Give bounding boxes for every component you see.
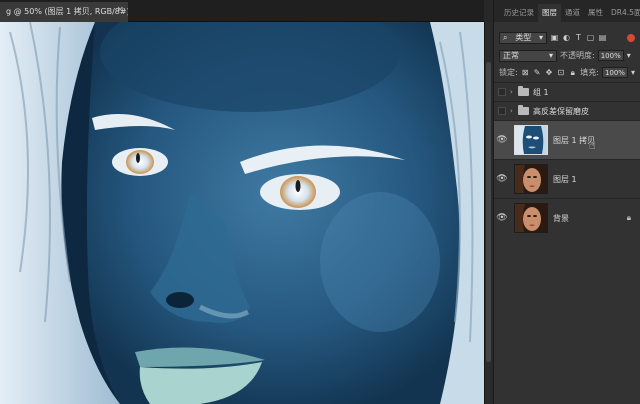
chevron-down-icon: ▾ bbox=[548, 51, 553, 60]
layer-row-layer-1[interactable]: 👁︎ 图层 1 bbox=[494, 159, 640, 198]
lock-icon[interactable]: 🔒︎ bbox=[568, 68, 577, 77]
folder-icon bbox=[518, 86, 529, 96]
visibility-off-icon bbox=[498, 107, 506, 115]
layers-panel: 历史记录 图层 通道 属性 DR4.5面 ⌕ 类型 ▾ ▣ ◐ T ▢ ▤ 正常… bbox=[493, 0, 640, 404]
filter-kind-dropdown[interactable]: ⌕ 类型 ▾ bbox=[499, 31, 547, 44]
eye-icon[interactable]: 👁︎ bbox=[494, 135, 510, 145]
document-tab-title: g @ 50% (图层 1 拷贝, RGB/8#) * bbox=[6, 7, 128, 16]
chevron-right-icon[interactable]: › bbox=[510, 107, 518, 115]
lock-transparent-icon[interactable]: ⊠ bbox=[521, 68, 530, 77]
chevron-right-icon[interactable]: › bbox=[510, 88, 518, 96]
hand-cursor-icon: ☝︎ bbox=[589, 139, 596, 152]
document-tab[interactable]: g @ 50% (图层 1 拷贝, RGB/8#) * × bbox=[0, 2, 128, 22]
filter-type-icon[interactable]: T bbox=[574, 33, 583, 42]
layer-filter-row: ⌕ 类型 ▾ ▣ ◐ T ▢ ▤ bbox=[494, 30, 640, 45]
canvas-vertical-scrollbar[interactable] bbox=[484, 22, 492, 404]
chevron-down-icon[interactable]: ▾ bbox=[627, 51, 631, 60]
lock-label: 锁定: bbox=[499, 68, 518, 77]
close-tab-icon[interactable]: × bbox=[116, 5, 124, 15]
opacity-label: 不透明度: bbox=[560, 51, 595, 60]
blend-row: 正常 ▾ 不透明度: 100% ▾ bbox=[494, 48, 640, 63]
layer-name: 组 1 bbox=[533, 87, 549, 97]
tab-layers[interactable]: 图层 bbox=[538, 4, 561, 22]
tab-dr45[interactable]: DR4.5面 bbox=[607, 4, 640, 22]
folder-icon bbox=[518, 105, 529, 115]
visibility-toggle[interactable] bbox=[494, 107, 510, 115]
filter-toggle-icon[interactable] bbox=[627, 33, 635, 42]
chevron-down-icon[interactable]: ▾ bbox=[631, 68, 635, 77]
visibility-off-icon bbox=[498, 88, 506, 96]
fill-input[interactable]: 100% bbox=[601, 67, 628, 78]
lock-brush-icon[interactable]: ✎ bbox=[533, 68, 542, 77]
opacity-input[interactable]: 100% bbox=[597, 50, 624, 61]
tab-channels[interactable]: 通道 bbox=[561, 4, 584, 22]
layers-list: › 组 1 › 高反差保留磨皮 👁︎ 图层 1 拷贝 ☝︎ 👁︎ 图层 1 👁︎… bbox=[494, 82, 640, 237]
filter-adjustment-icon[interactable]: ◐ bbox=[562, 33, 571, 42]
lock-icon: 🔒︎ bbox=[626, 213, 631, 222]
filter-smart-object-icon[interactable]: ▤ bbox=[598, 33, 607, 42]
search-icon: ⌕ bbox=[503, 32, 508, 42]
layer-thumbnail bbox=[514, 125, 548, 155]
image-canvas[interactable] bbox=[0, 22, 484, 404]
document-tab-bar: g @ 50% (图层 1 拷贝, RGB/8#) * × bbox=[0, 0, 484, 22]
panel-tab-bar: 历史记录 图层 通道 属性 DR4.5面 bbox=[494, 0, 640, 22]
blend-mode-dropdown[interactable]: 正常 ▾ bbox=[499, 49, 557, 62]
layer-row-layer-1-copy[interactable]: 👁︎ 图层 1 拷贝 ☝︎ bbox=[494, 120, 640, 159]
eye-icon[interactable]: 👁︎ bbox=[494, 213, 510, 223]
filter-pixel-icon[interactable]: ▣ bbox=[550, 33, 559, 42]
lock-move-icon[interactable]: ✥ bbox=[545, 68, 554, 77]
fill-label: 填充: bbox=[580, 68, 599, 77]
visibility-toggle[interactable] bbox=[494, 88, 510, 96]
layer-name: 图层 1 bbox=[553, 174, 577, 184]
inverted-portrait-image bbox=[0, 22, 484, 404]
eye-icon[interactable]: 👁︎ bbox=[494, 174, 510, 184]
chevron-down-icon: ▾ bbox=[538, 33, 543, 42]
scrollbar-thumb[interactable] bbox=[486, 62, 491, 362]
layer-row-high-pass-group[interactable]: › 高反差保留磨皮 bbox=[494, 101, 640, 120]
layer-name: 高反差保留磨皮 bbox=[533, 106, 589, 116]
blend-mode-label: 正常 bbox=[503, 51, 519, 60]
tab-history[interactable]: 历史记录 bbox=[500, 4, 538, 22]
lock-artboard-icon[interactable]: ⊡ bbox=[556, 68, 565, 77]
layer-row-group-1[interactable]: › 组 1 bbox=[494, 82, 640, 101]
layer-name: 背景 bbox=[553, 213, 569, 223]
lock-row: 锁定: ⊠ ✎ ✥ ⊡ 🔒︎ 填充: 100% ▾ bbox=[494, 65, 640, 80]
tab-properties[interactable]: 属性 bbox=[584, 4, 607, 22]
filter-kind-label: 类型 bbox=[515, 33, 532, 42]
layer-thumbnail bbox=[514, 164, 548, 194]
layer-thumbnail bbox=[514, 203, 548, 233]
layer-row-background[interactable]: 👁︎ 背景 🔒︎ bbox=[494, 198, 640, 237]
filter-shape-icon[interactable]: ▢ bbox=[586, 33, 595, 42]
